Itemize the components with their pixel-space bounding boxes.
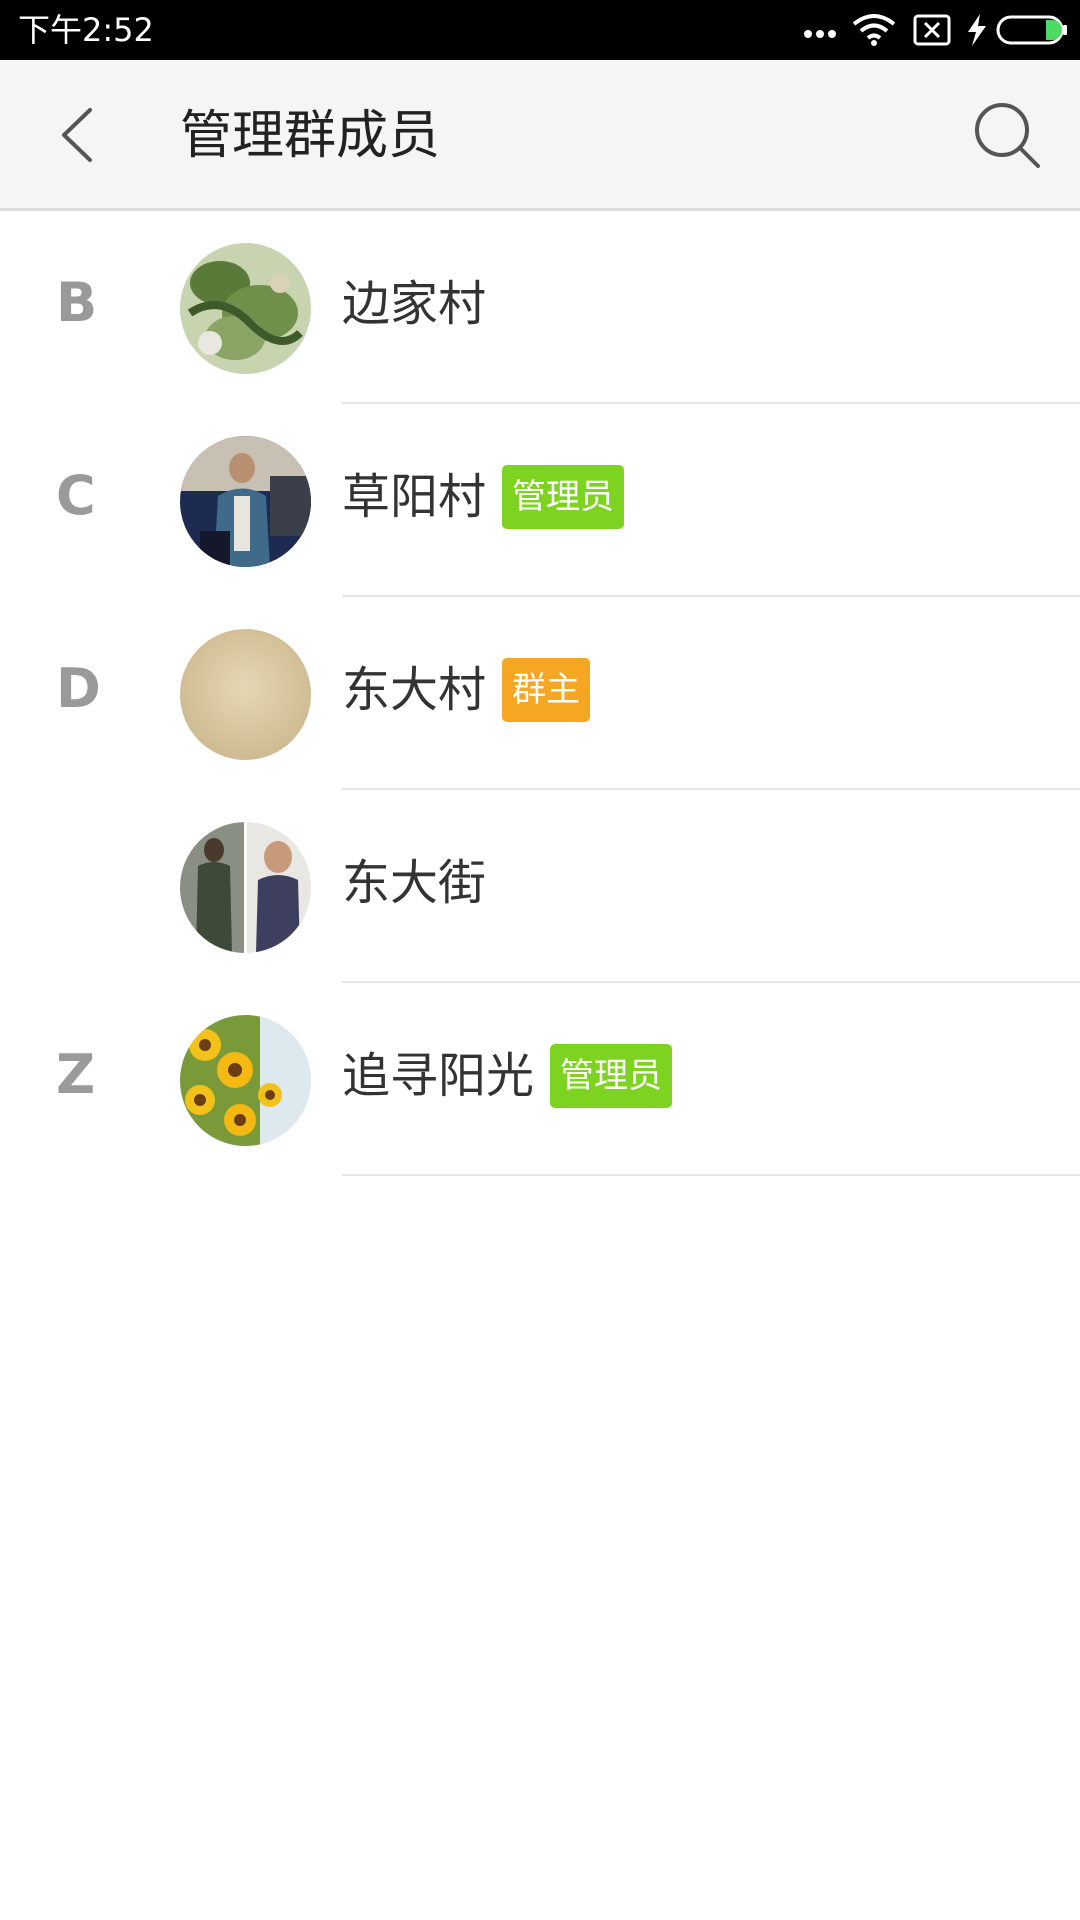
member-name: 草阳村 [342,469,487,525]
beige-avatar [180,629,311,760]
member-name: 边家村 [342,276,487,332]
list-item[interactable]: C 草阳村 管理员 [0,404,1080,597]
member-name: 追寻阳光 [342,1048,535,1104]
section-letter: B [56,271,98,334]
list-item[interactable]: 东大街 [0,790,1080,983]
member-list: B 边家村 C 草阳村 管理员 D 东大村 群主 东大街 Z 追寻阳光 管理员 [0,211,1080,1176]
status-bar: 下午2:52 [0,0,1080,60]
page-title: 管理群成员 [180,106,441,166]
divider [342,1174,1080,1176]
search-icon [975,103,1040,168]
list-item[interactable]: B 边家村 [0,211,1080,404]
battery-icon [996,15,1067,45]
list-item[interactable]: D 东大村 群主 [0,597,1080,790]
member-name-wrap: 追寻阳光 管理员 [342,1043,673,1109]
search-button[interactable] [970,98,1046,174]
section-letter: Z [56,1043,96,1106]
section-letter: C [56,464,96,527]
member-name-wrap: 草阳村 管理员 [342,464,625,530]
sunflower-avatar [180,1015,311,1146]
wifi-icon [852,14,896,46]
member-name-wrap: 东大村 群主 [342,657,591,723]
two-photos-avatar [180,822,311,953]
admin-badge: 管理员 [502,465,625,529]
member-name-wrap: 东大街 [342,850,486,916]
admin-badge: 管理员 [550,1044,673,1108]
status-icons [802,12,1068,48]
no-sim-icon [913,14,951,46]
man-photo-avatar [180,436,311,567]
list-item[interactable]: Z 追寻阳光 管理员 [0,983,1080,1176]
dragon-avatar [180,243,311,374]
member-name: 东大村 [342,662,487,718]
status-time: 下午2:52 [18,11,154,49]
back-button[interactable] [50,100,110,170]
member-name: 东大街 [342,855,487,911]
chevron-left-icon [62,108,92,162]
more-dots-icon [804,30,836,38]
owner-badge: 群主 [502,658,591,722]
charging-icon [968,14,986,46]
section-letter: D [56,657,101,720]
member-name-wrap: 边家村 [342,271,486,337]
app-bar: 管理群成员 [0,60,1080,211]
